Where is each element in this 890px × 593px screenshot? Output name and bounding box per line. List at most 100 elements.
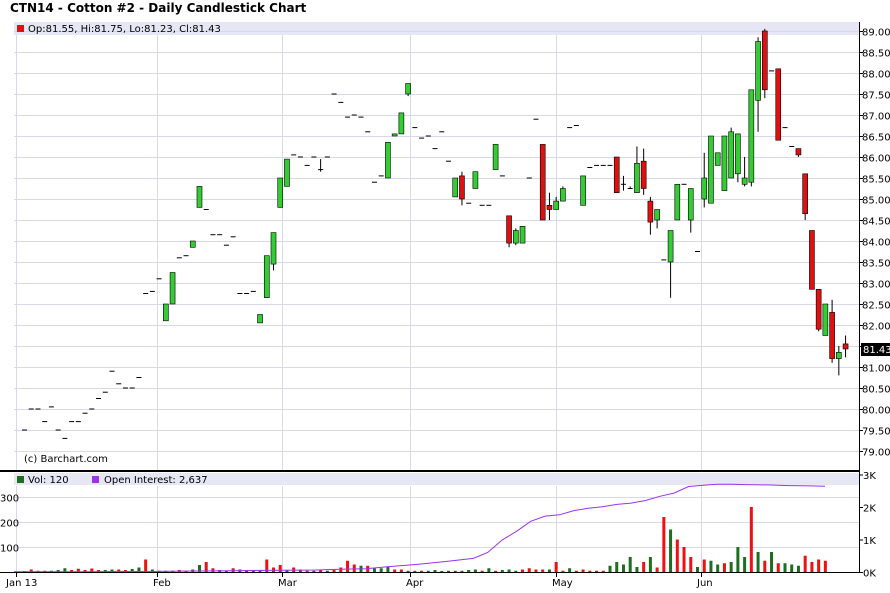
panel-separator (0, 470, 860, 472)
volume-bar (144, 559, 148, 572)
price-tick-label: 85.50 (862, 175, 890, 186)
price-legend: Op:81.55, Hi:81.75, Lo:81.23, Cl:81.43 (28, 24, 221, 35)
volume-bar (675, 539, 679, 572)
open-interest-legend: Open Interest: 2,637 (104, 475, 208, 486)
candles (22, 28, 849, 439)
x-tick-label: Feb (153, 578, 171, 589)
candle-body (634, 163, 640, 194)
price-tick-label: 83.00 (862, 280, 890, 291)
volume-tick-label: 300 (0, 494, 19, 505)
candle-body (809, 230, 815, 290)
volume-bar (352, 564, 356, 572)
candle-body (472, 171, 479, 189)
price-tick-label: 79.00 (862, 448, 890, 459)
x-tick-label: Jan 13 (5, 578, 37, 589)
candle-body (385, 142, 391, 179)
volume-bar (473, 569, 477, 572)
candle-body (613, 156, 620, 194)
volume-bar (541, 569, 545, 572)
price-tick-label: 87.00 (862, 112, 890, 123)
volume-bar (581, 569, 585, 572)
volume-bar (460, 570, 464, 572)
oi-tick-label: 0K (863, 569, 876, 580)
volume-bar (433, 570, 437, 572)
candle-body (647, 200, 654, 223)
volume-bar (608, 565, 612, 572)
x-tick-label: May (552, 578, 573, 589)
candle-body (163, 303, 169, 322)
volume-bar (406, 570, 410, 572)
volume-bar (729, 562, 733, 572)
volume-bar (709, 560, 713, 572)
price-tick-label: 87.50 (862, 91, 890, 102)
price-axis: 79.0079.5080.0080.5081.0081.5082.0082.50… (859, 28, 890, 459)
candle-body (640, 160, 647, 189)
candle-body (257, 314, 263, 324)
candle-body (539, 144, 546, 221)
candle-body (277, 177, 284, 208)
volume-bar (803, 555, 807, 572)
price-tick-label: 88.00 (862, 70, 890, 81)
watermark: (c) Barchart.com (24, 454, 108, 465)
candle-body (398, 112, 405, 135)
volume-bar (716, 564, 720, 572)
volume-bar (440, 571, 444, 572)
volume-bar (568, 568, 572, 572)
volume-bar (446, 570, 450, 572)
price-tick-label: 85.00 (862, 196, 890, 207)
volume-bar (601, 570, 605, 572)
volume-bar (823, 560, 827, 572)
volume-bar (312, 570, 316, 572)
volume-bar (595, 570, 599, 572)
volume-bar (521, 569, 525, 572)
candle-body (822, 303, 829, 336)
candle-body (708, 135, 714, 204)
candle-body (741, 177, 748, 185)
volume-bar (554, 562, 558, 572)
volume-bar (305, 570, 309, 572)
legend-marker-oi (92, 476, 99, 483)
last-price-label: 81.43 (863, 345, 890, 356)
candle-body (169, 272, 176, 305)
volume-bars (23, 507, 827, 572)
price-gridlines (14, 31, 859, 470)
price-tick-label: 82.00 (862, 322, 890, 333)
volume-bar (534, 569, 538, 572)
candle-body (735, 133, 741, 175)
candle-body (546, 205, 553, 210)
volume-bar (500, 570, 504, 572)
price-tick-label: 88.50 (862, 49, 890, 60)
x-tick-label: Mar (278, 578, 298, 589)
volume-bar (386, 567, 390, 572)
candle-body (714, 152, 721, 166)
volume-bar (669, 529, 673, 572)
volume-bar (467, 570, 471, 572)
volume-bar (790, 564, 794, 572)
candle-body (560, 188, 566, 202)
volume-bar (776, 563, 780, 572)
candle-body (701, 177, 708, 200)
volume-bar (372, 568, 376, 572)
volume-bar (272, 567, 276, 572)
candle-body (802, 173, 808, 215)
volume-bar (588, 570, 592, 572)
candle-body (405, 83, 411, 95)
volume-bar (763, 560, 767, 572)
candle-body (721, 135, 728, 191)
volume-bar (453, 570, 457, 572)
oi-tick-label: 2K (863, 504, 876, 515)
price-tick-label: 84.00 (862, 238, 890, 249)
candle-body (492, 144, 499, 170)
candle-body (755, 41, 761, 101)
volume-bar (796, 565, 800, 572)
candle-body (728, 131, 734, 179)
volume-bar (547, 569, 551, 572)
candle-body (553, 200, 559, 210)
candle-body (829, 312, 835, 359)
candle-body (815, 288, 822, 330)
x-tick-label: Apr (406, 578, 424, 589)
price-tick-label: 83.50 (862, 259, 890, 270)
price-tick-label: 86.50 (862, 133, 890, 144)
candle-body (836, 351, 842, 359)
candle-body (687, 188, 694, 221)
